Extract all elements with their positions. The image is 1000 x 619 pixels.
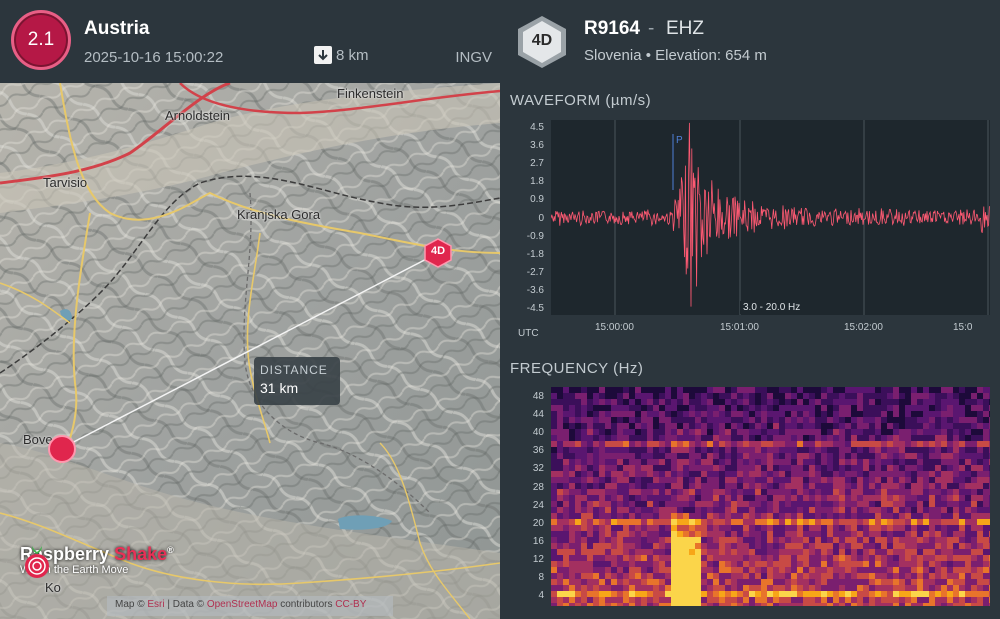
waveform-x-tick: 15:00:00 bbox=[595, 322, 634, 333]
attribution-link[interactable]: OpenStreetMap bbox=[207, 599, 278, 610]
event-depth: 8 km bbox=[314, 46, 369, 64]
distance-value: 31 km bbox=[260, 380, 299, 396]
spectrogram-svg bbox=[551, 387, 990, 606]
frequency-y-tick: 48 bbox=[532, 391, 544, 402]
spectrogram-chart[interactable] bbox=[551, 387, 990, 606]
station-marker[interactable]: 4D bbox=[424, 238, 452, 268]
town-label: Ko bbox=[45, 580, 61, 595]
waveform-y-tick: 1.8 bbox=[530, 176, 544, 188]
map-attribution: Map © Esri | Data © OpenStreetMap contri… bbox=[107, 596, 393, 616]
event-agency: INGV bbox=[455, 49, 492, 66]
utc-label: UTC bbox=[518, 328, 539, 339]
frequency-y-tick: 12 bbox=[532, 553, 544, 565]
town-label: Arnoldstein bbox=[165, 108, 231, 123]
event-header[interactable]: 2.1 Austria 2025-10-16 15:00:22 8 km ING… bbox=[0, 0, 500, 83]
distance-label: DISTANCE bbox=[260, 363, 328, 377]
depth-value: 8 km bbox=[336, 46, 369, 64]
frequency-y-tick: 20 bbox=[532, 517, 544, 529]
station-code: R9164 bbox=[584, 18, 640, 39]
waveform-y-tick: -0.9 bbox=[526, 230, 544, 242]
epicenter-marker[interactable] bbox=[48, 435, 76, 463]
map-terrain bbox=[0, 83, 500, 619]
p-arrival-label: P bbox=[676, 135, 683, 146]
attribution-link[interactable]: Esri bbox=[147, 599, 164, 610]
station-marker-label: 4D bbox=[430, 245, 446, 257]
station-channel: EHZ bbox=[666, 18, 704, 39]
frequency-y-tick: 8 bbox=[538, 572, 544, 583]
town-label: Tarvisio bbox=[43, 175, 88, 190]
station-info: Slovenia • Elevation: 654 m bbox=[584, 47, 767, 64]
waveform-x-tick: 15:0 bbox=[953, 322, 973, 333]
frequency-title: FREQUENCY (Hz) bbox=[510, 360, 644, 377]
frequency-y-tick: 28 bbox=[532, 481, 544, 493]
station-panel: 4D R9164 - EHZ Slovenia • Elevation: 654… bbox=[500, 0, 1000, 619]
frequency-y-tick: 4 bbox=[538, 590, 544, 602]
waveform-x-tick: 15:01:00 bbox=[720, 322, 759, 333]
event-panel: 2.1 Austria 2025-10-16 15:00:22 8 km ING… bbox=[0, 0, 500, 619]
distance-tooltip: DISTANCE 31 km bbox=[254, 357, 340, 405]
station-header[interactable]: 4D R9164 - EHZ Slovenia • Elevation: 654… bbox=[500, 0, 1000, 83]
waveform-y-tick: 0.9 bbox=[530, 194, 544, 206]
frequency-y-tick: 32 bbox=[532, 463, 544, 475]
waveform-y-tick: 4.5 bbox=[530, 122, 544, 133]
frequency-y-tick: 40 bbox=[532, 427, 544, 439]
station-separator: - bbox=[648, 18, 655, 39]
event-time: 2025-10-16 15:00:22 bbox=[84, 49, 224, 66]
town-label: Kranjska Gora bbox=[237, 207, 321, 222]
attribution-link[interactable]: CC-BY bbox=[335, 599, 366, 610]
frequency-y-tick: 44 bbox=[532, 409, 544, 421]
waveform-y-tick: 2.7 bbox=[530, 158, 544, 170]
frequency-y-tick: 24 bbox=[532, 499, 544, 511]
waveform-y-tick: -2.7 bbox=[526, 266, 544, 278]
waveform-y-tick: -1.8 bbox=[526, 248, 544, 260]
waveform-svg: P bbox=[550, 120, 990, 315]
station-hex-label: 4D bbox=[531, 32, 553, 49]
event-region: Austria bbox=[84, 18, 150, 39]
waveform-x-tick: 15:02:00 bbox=[844, 322, 883, 333]
town-label: Finkenstein bbox=[337, 86, 404, 101]
frequency-y-tick: 16 bbox=[532, 535, 544, 547]
magnitude-badge: 2.1 bbox=[11, 10, 71, 70]
waveform-y-tick: 3.6 bbox=[530, 140, 544, 152]
raspberry-icon bbox=[25, 546, 49, 578]
waveform-title: WAVEFORM (µm/s) bbox=[510, 92, 652, 109]
station-badge: 4D bbox=[516, 14, 568, 70]
map[interactable]: Finkenstein Arnoldstein Tarvisio Kranjsk… bbox=[0, 83, 500, 619]
waveform-y-tick: 0 bbox=[538, 212, 544, 224]
waveform-chart[interactable]: P bbox=[550, 120, 990, 315]
filter-label: 3.0 - 20.0 Hz bbox=[740, 301, 804, 314]
arrow-down-icon bbox=[314, 46, 332, 64]
frequency-y-tick: 36 bbox=[532, 445, 544, 457]
waveform-y-tick: -3.6 bbox=[526, 284, 544, 296]
brand-logo: Raspberry Shake® Watch the Earth Move bbox=[20, 544, 174, 578]
waveform-y-tick: -4.5 bbox=[526, 303, 544, 314]
waveform-trace bbox=[550, 122, 990, 307]
